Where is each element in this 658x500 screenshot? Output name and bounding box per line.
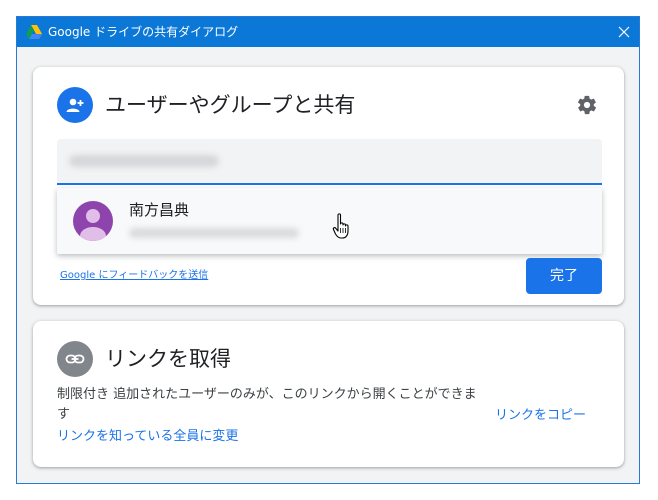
done-button[interactable]: 完了 xyxy=(526,258,602,294)
link-icon xyxy=(57,341,93,377)
feedback-link[interactable]: Google にフィードバックを送信 xyxy=(60,269,208,283)
obscured-input-text xyxy=(69,155,219,167)
share-title: ユーザーやグループと共有 xyxy=(105,93,356,117)
change-access-link[interactable]: リンクを知っている全員に変更 xyxy=(57,427,238,447)
add-person-icon xyxy=(57,87,93,123)
close-button[interactable] xyxy=(609,17,639,47)
share-recipient-input[interactable] xyxy=(57,139,602,185)
window-title: Google ドライブの共有ダイアログ xyxy=(48,25,239,39)
hand-cursor-icon xyxy=(332,213,349,239)
link-card: リンクを取得 制限付き 追加されたユーザーのみが、このリンクから開くことができま… xyxy=(33,321,624,467)
share-card: ユーザーやグループと共有 南方昌典 Google にフィードバックを送信 完了 xyxy=(33,67,624,305)
copy-link-button[interactable]: リンクをコピー xyxy=(495,406,586,426)
person-avatar-icon xyxy=(73,201,113,241)
suggestion-name: 南方昌典 xyxy=(129,201,190,219)
suggestion-item[interactable]: 南方昌典 xyxy=(57,188,602,254)
gear-icon[interactable] xyxy=(576,94,598,116)
dialog-window: Google ドライブの共有ダイアログ ユーザーやグループと共有 南方昌典 Go… xyxy=(16,16,640,484)
obscured-email xyxy=(129,228,299,238)
link-access-description: 制限付き 追加されたユーザーのみが、このリンクから開くことができます xyxy=(57,387,477,422)
close-icon xyxy=(618,26,630,38)
google-drive-icon xyxy=(26,25,42,39)
title-bar: Google ドライブの共有ダイアログ xyxy=(17,17,639,47)
link-title: リンクを取得 xyxy=(105,347,231,371)
